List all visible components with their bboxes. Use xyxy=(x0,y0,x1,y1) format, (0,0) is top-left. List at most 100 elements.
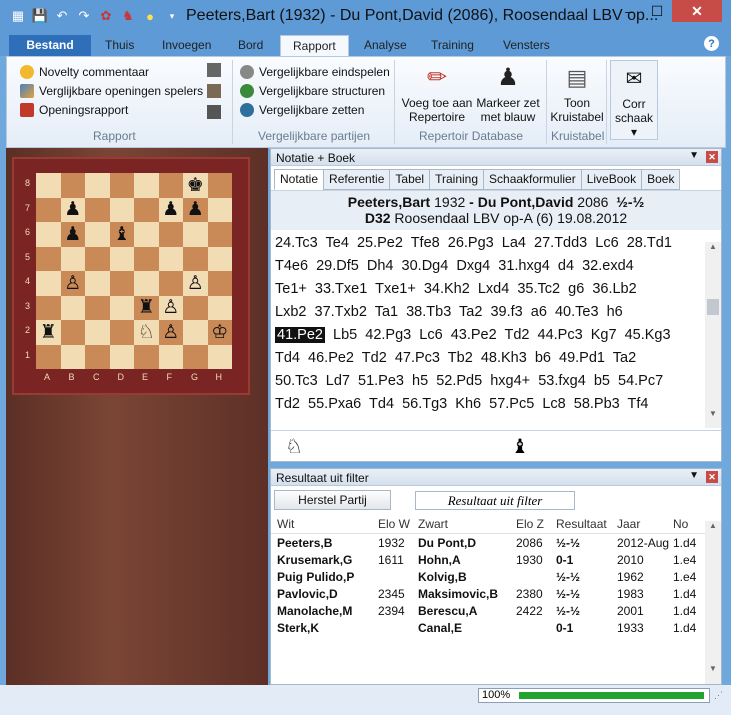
undo-icon[interactable]: ↶ xyxy=(52,6,72,26)
chess-piece[interactable]: ♚ xyxy=(187,176,204,195)
square-b7[interactable]: ♟ xyxy=(60,197,85,222)
redo-icon[interactable]: ↷ xyxy=(74,6,94,26)
chess-piece[interactable]: ♟ xyxy=(64,200,81,219)
chess-piece[interactable]: ♙ xyxy=(162,323,179,342)
square-e2[interactable]: ♘ xyxy=(134,320,159,345)
novelty-commentaar-button[interactable]: Novelty commentaar xyxy=(20,62,203,81)
square-h2[interactable]: ♔ xyxy=(207,320,232,345)
square-g8[interactable]: ♚ xyxy=(183,173,208,198)
bulb-icon[interactable]: ● xyxy=(140,6,160,26)
chess-piece[interactable]: ♜ xyxy=(138,298,155,317)
settings-icon[interactable]: ✿ xyxy=(96,6,116,26)
chess-piece[interactable]: ♙ xyxy=(64,274,81,293)
square-b3[interactable] xyxy=(60,295,85,320)
square-d3[interactable] xyxy=(109,295,134,320)
square-d6[interactable]: ♝ xyxy=(109,222,134,247)
vergelijkbare-eindspelen-button[interactable]: Vergelijkbare eindspelen xyxy=(240,62,390,81)
square-c5[interactable] xyxy=(85,246,110,271)
square-g5[interactable] xyxy=(183,246,208,271)
vergelijkbare-structuren-button[interactable]: Vergelijkbare structuren xyxy=(240,81,390,100)
square-e4[interactable] xyxy=(134,271,159,296)
square-c6[interactable] xyxy=(85,222,110,247)
col-resultaat[interactable]: Resultaat xyxy=(556,517,617,531)
tab-tabel[interactable]: Tabel xyxy=(389,169,431,190)
chess-piece[interactable]: ♝ xyxy=(113,225,130,244)
panel-close-icon[interactable]: ✕ xyxy=(706,151,718,163)
col-wit[interactable]: Wit xyxy=(271,517,378,531)
square-d2[interactable] xyxy=(109,320,134,345)
voeg-toe-repertoire-button[interactable]: ✏ Voeg toe aan Repertoire xyxy=(400,62,474,125)
square-f7[interactable]: ♟ xyxy=(158,197,183,222)
scrollbar-thumb[interactable] xyxy=(707,299,719,315)
table-row[interactable]: Sterk,K Canal,E 0-1 1933 1.d4 xyxy=(271,619,721,636)
tab-referentie[interactable]: Referentie xyxy=(323,169,391,190)
square-e7[interactable] xyxy=(134,197,159,222)
square-d8[interactable] xyxy=(109,173,134,198)
toon-kruistabel-button[interactable]: ▤ Toon Kruistabel xyxy=(549,62,605,125)
dropdown-icon[interactable]: ▾ xyxy=(162,6,182,26)
square-e8[interactable] xyxy=(134,173,159,198)
square-c4[interactable] xyxy=(85,271,110,296)
col-zwart[interactable]: Zwart xyxy=(414,517,516,531)
square-h1[interactable] xyxy=(207,344,232,369)
square-a4[interactable] xyxy=(36,271,61,296)
maximize-button[interactable]: ☐ xyxy=(644,0,670,22)
save-icon[interactable]: 💾 xyxy=(30,6,50,26)
square-a7[interactable] xyxy=(36,197,61,222)
panel-close-icon[interactable]: ✕ xyxy=(706,471,718,483)
panel-menu-icon[interactable]: ▼ xyxy=(689,150,699,161)
chess-piece[interactable]: ♘ xyxy=(138,323,155,342)
square-b2[interactable] xyxy=(60,320,85,345)
current-move[interactable]: 41.Pe2 xyxy=(275,327,325,343)
square-h3[interactable] xyxy=(207,295,232,320)
square-h5[interactable] xyxy=(207,246,232,271)
table-row[interactable]: Puig Pulido,P Kolvig,B ½-½ 1962 1.e4 xyxy=(271,568,721,585)
square-e3[interactable]: ♜ xyxy=(134,295,159,320)
chess-piece[interactable]: ♙ xyxy=(187,274,204,293)
square-b8[interactable] xyxy=(60,173,85,198)
square-g1[interactable] xyxy=(183,344,208,369)
square-c7[interactable] xyxy=(85,197,110,222)
col-elo-w[interactable]: Elo W xyxy=(378,517,414,531)
table-row[interactable]: Peeters,B 1932 Du Pont,D 2086 ½-½ 2012-Aug 1.d… xyxy=(271,534,721,551)
herstel-partij-button[interactable]: Herstel Partij xyxy=(274,490,391,510)
tab-analyse[interactable]: Analyse xyxy=(352,35,419,56)
move-list[interactable]: 24.Tc3 Te4 25.Pe2 Tfe8 26.Pg3 La4 27.Tdd… xyxy=(271,230,721,416)
square-a5[interactable] xyxy=(36,246,61,271)
square-e5[interactable] xyxy=(134,246,159,271)
help-icon[interactable]: ? xyxy=(704,36,719,51)
square-c3[interactable] xyxy=(85,295,110,320)
panel-menu-icon[interactable]: ▼ xyxy=(689,470,699,481)
table-row[interactable]: Krusemark,G 1611 Hohn,A 1930 0-1 2010 1.e4 xyxy=(271,551,721,568)
table-row[interactable]: Manolache,M 2394 Berescu,A 2422 ½-½ 2001 1.d4 xyxy=(271,602,721,619)
hammer-icon[interactable] xyxy=(207,84,221,98)
filter-scrollbar[interactable]: ▲ ▼ xyxy=(705,521,721,684)
chess-piece[interactable]: ♟ xyxy=(64,225,81,244)
chess-piece[interactable]: ♟ xyxy=(162,200,179,219)
square-a1[interactable] xyxy=(36,344,61,369)
square-e6[interactable] xyxy=(134,222,159,247)
bishop-icon[interactable]: ♝ xyxy=(511,434,529,459)
square-f1[interactable] xyxy=(158,344,183,369)
square-a3[interactable] xyxy=(36,295,61,320)
square-g3[interactable] xyxy=(183,295,208,320)
square-f5[interactable] xyxy=(158,246,183,271)
square-d5[interactable] xyxy=(109,246,134,271)
square-a2[interactable]: ♜ xyxy=(36,320,61,345)
notation-scrollbar[interactable]: ▲ ▼ xyxy=(705,242,721,428)
square-a6[interactable] xyxy=(36,222,61,247)
vergelijkbare-zetten-button[interactable]: Vergelijkbare zetten xyxy=(240,100,390,119)
tab-thuis[interactable]: Thuis xyxy=(93,35,146,56)
square-f2[interactable]: ♙ xyxy=(158,320,183,345)
board-small-icon[interactable] xyxy=(207,63,221,77)
tab-bestand[interactable]: Bestand xyxy=(9,35,91,56)
board-icon[interactable]: ▦ xyxy=(8,6,28,26)
tab-schaakformulier[interactable]: Schaakformulier xyxy=(483,169,582,190)
square-f6[interactable] xyxy=(158,222,183,247)
chess-piece[interactable]: ♜ xyxy=(40,323,57,342)
square-g2[interactable] xyxy=(183,320,208,345)
col-jaar[interactable]: Jaar xyxy=(617,517,673,531)
square-f8[interactable] xyxy=(158,173,183,198)
square-b6[interactable]: ♟ xyxy=(60,222,85,247)
square-g7[interactable]: ♟ xyxy=(183,197,208,222)
